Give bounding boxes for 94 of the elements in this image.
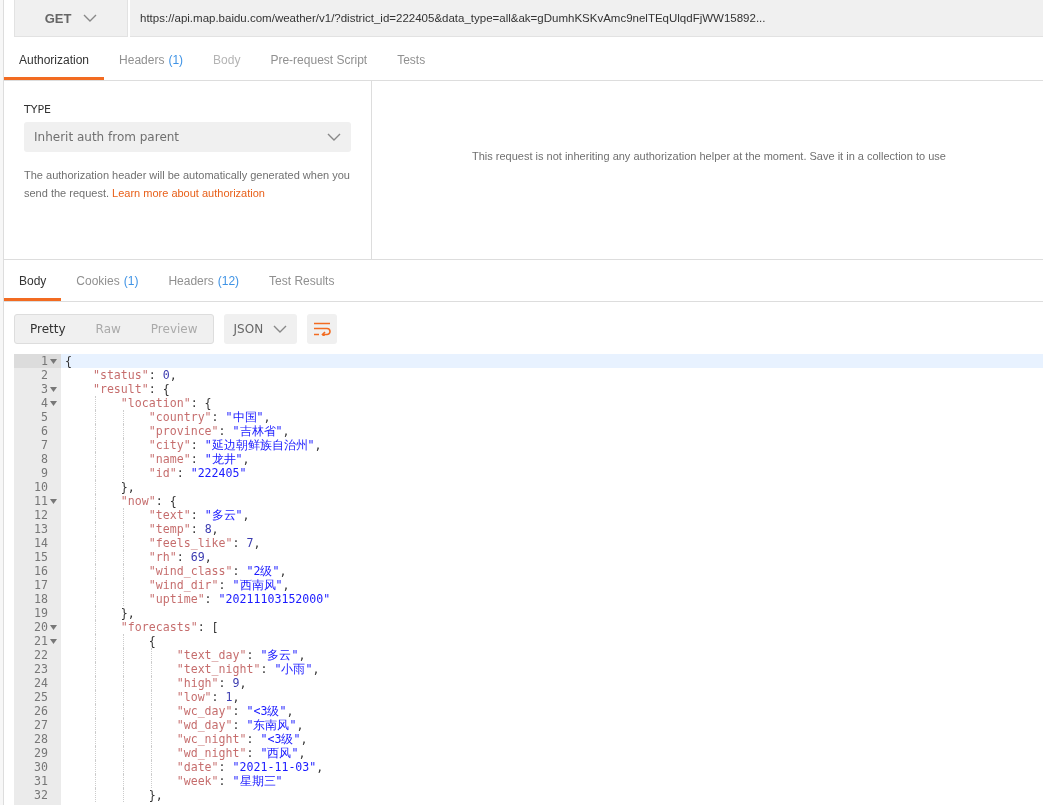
code-line: "temp": 8, — [148, 522, 219, 536]
line-number: 2 — [41, 368, 48, 382]
code-line: "province": "吉林省", — [148, 424, 290, 438]
tab[interactable]: Pre-request Script — [255, 42, 383, 80]
line-number: 31 — [34, 774, 48, 788]
line-number: 27 — [34, 718, 48, 732]
info-message: This request is not inheriting any authorization helper at the moment. Save it in a collection to use — [472, 150, 946, 162]
line-number: 21 — [34, 634, 48, 648]
view-mode-button[interactable]: Pretty — [15, 315, 81, 343]
chevron-down-icon — [327, 133, 341, 141]
code-line: "uptime": "20211103152000" — [148, 592, 331, 606]
line-number: 13 — [34, 522, 48, 536]
chevron-down-icon — [83, 14, 98, 22]
line-number: 23 — [34, 662, 48, 676]
code-line: "id": "222405" — [148, 466, 247, 480]
code-line: "wd_night": "西风", — [176, 746, 306, 760]
chevron-down-icon — [273, 325, 288, 333]
code-line: "text": "多云", — [148, 508, 250, 522]
line-number: 11 — [34, 494, 48, 508]
fold-arrow-icon[interactable] — [49, 498, 57, 504]
tab[interactable]: Headers (1) — [104, 42, 199, 80]
line-number: 19 — [34, 606, 48, 620]
tab[interactable]: Authorization — [4, 42, 105, 80]
line-number: 8 — [41, 452, 48, 466]
code-line: "status": 0, — [92, 368, 177, 382]
code-line: { — [148, 634, 156, 648]
code-line: "week": "星期三" — [176, 774, 283, 788]
auth-type-dropdown[interactable]: Inherit auth from parent — [24, 122, 351, 152]
line-number: 26 — [34, 704, 48, 718]
code-line: "country": "中国", — [148, 410, 271, 424]
line-number: 29 — [34, 746, 48, 760]
fold-arrow-icon[interactable] — [49, 638, 57, 644]
code-line: { — [65, 354, 72, 368]
code-line: "wd_day": "东南风", — [176, 718, 304, 732]
code-line: "wc_day": "<3级", — [176, 704, 294, 718]
format-dropdown[interactable]: JSON — [223, 314, 298, 344]
tab[interactable]: Headers (12) — [153, 263, 255, 301]
line-number: 6 — [41, 424, 48, 438]
line-number: 1 — [41, 354, 48, 368]
line-number: 18 — [34, 592, 48, 606]
view-mode-button[interactable]: Preview — [135, 315, 213, 343]
code-line: }, — [120, 480, 135, 494]
line-number: 30 — [34, 760, 48, 774]
code-line: "text_day": "多云", — [176, 648, 306, 662]
code-line: "wind_class": "2级", — [148, 564, 287, 578]
code-line: "low": 1, — [176, 690, 240, 704]
code-line: "text_night": "小雨", — [176, 662, 320, 676]
line-number: 32 — [34, 788, 48, 802]
help-text: The authorization header will be automatically generated when you send the request. Learn more about authorization — [24, 168, 351, 201]
tab[interactable]: Body — [4, 263, 62, 301]
line-number: 14 — [34, 536, 48, 550]
code-line: "date": "2021-11-03", — [176, 760, 324, 774]
line-number: 25 — [34, 690, 48, 704]
code-line: "result": { — [92, 382, 170, 396]
field-label: TYPE — [24, 103, 53, 116]
fold-arrow-icon[interactable] — [49, 624, 57, 630]
fold-arrow-icon[interactable] — [49, 386, 57, 392]
line-number: 22 — [34, 648, 48, 662]
line-number: 28 — [34, 732, 48, 746]
line-number: 7 — [41, 438, 48, 452]
method-dropdown[interactable]: GET — [14, 0, 128, 37]
line-number: 5 — [41, 410, 48, 424]
code-line: }, — [148, 788, 163, 802]
view-mode-button[interactable]: Raw — [80, 315, 136, 343]
line-number: 17 — [34, 578, 48, 592]
code-line: "wc_night": "<3级", — [176, 732, 308, 746]
line-number: 12 — [34, 508, 48, 522]
tab[interactable]: Test Results — [254, 263, 350, 301]
tab[interactable]: Tests — [382, 42, 441, 80]
code-line: "location": { — [120, 396, 212, 410]
code-line: "forecasts": [ — [120, 620, 219, 634]
line-number: 20 — [34, 620, 48, 634]
fold-arrow-icon[interactable] — [49, 358, 57, 364]
code-line: "city": "延边朝鲜族自治州", — [148, 438, 322, 452]
fold-arrow-icon[interactable] — [49, 400, 57, 406]
wrap-lines-icon — [313, 322, 332, 336]
code-line: "now": { — [120, 494, 177, 508]
line-number: 15 — [34, 550, 48, 564]
code-line: }, — [120, 606, 135, 620]
wrap-lines-button[interactable] — [307, 314, 338, 344]
line-number: 9 — [41, 466, 48, 480]
line-number: 3 — [41, 382, 48, 396]
code-line: "high": 9, — [176, 676, 247, 690]
code-line: "wind_dir": "西南风", — [148, 578, 290, 592]
code-line: "rh": 69, — [148, 550, 212, 564]
line-number: 24 — [34, 676, 48, 690]
learn-more-link[interactable]: Learn more about authorization — [112, 187, 265, 199]
code-line: "name": "龙井", — [148, 452, 250, 466]
url-field[interactable]: https://api.map.baidu.com/weather/v1/?district_id=222405&data_type=all&ak=gDumhKSKvAmc9nelTEqUlqdFjWW15892... — [130, 0, 1043, 37]
line-number: 4 — [41, 396, 48, 410]
line-number: 10 — [34, 480, 48, 494]
tab[interactable]: Cookies (1) — [61, 263, 154, 301]
code-line: "feels_like": 7, — [148, 536, 261, 550]
line-number: 16 — [34, 564, 48, 578]
